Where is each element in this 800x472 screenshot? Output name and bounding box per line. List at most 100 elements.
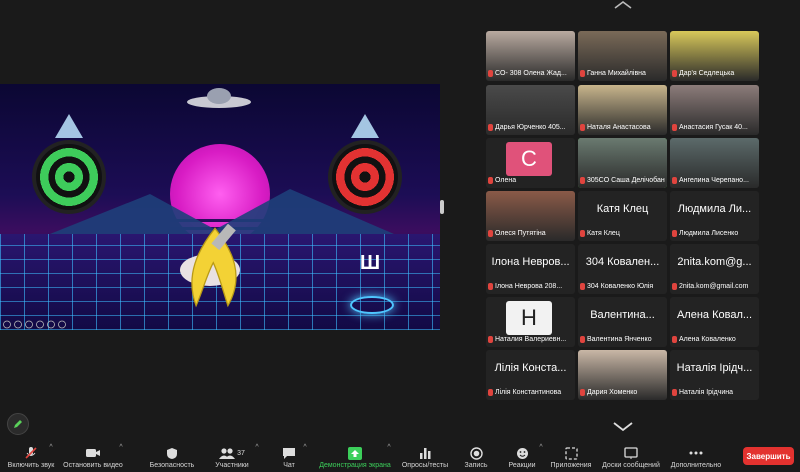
participants-icon: [219, 448, 236, 459]
participant-name-large: Алена Ковал...: [676, 309, 753, 321]
participant-tile[interactable]: Наталія Ірідч... Наталія Ірідчина: [670, 350, 759, 400]
participant-tile[interactable]: 304 Ковален... 304 Коваленко Юлія: [578, 244, 667, 294]
red-target[interactable]: [332, 144, 398, 210]
participant-tile[interactable]: Анастасия Гусак 40...: [670, 85, 759, 135]
arrow-up-icon: [55, 114, 83, 138]
participant-name-large: Катя Клец: [596, 203, 649, 215]
participant-name: Наталя Анастасова: [587, 124, 651, 131]
stop-video-label: Остановить видео: [63, 462, 123, 469]
participant-tile[interactable]: Валентина... Валентина Янченко: [578, 297, 667, 347]
annotate-button[interactable]: [7, 413, 29, 435]
shared-screen[interactable]: Ш: [0, 84, 440, 330]
participant-tile[interactable]: Людмила Ли... Людмила Лисенко: [670, 191, 759, 241]
participant-tile[interactable]: Ангелина Черепано...: [670, 138, 759, 188]
participant-caption: 305CO Саша Делічобан: [580, 175, 665, 186]
mic-muted-icon: [580, 177, 585, 184]
arrow-up-icon: [351, 114, 379, 138]
participant-name: Наталія Ірідчина: [679, 389, 733, 396]
participant-name: Ганна Михайлівна: [587, 70, 646, 77]
chat-button[interactable]: Чат: [278, 440, 300, 472]
share-screen-button[interactable]: Демонстрация экрана: [318, 440, 392, 472]
participant-tile[interactable]: Дар'я Седлецька: [670, 31, 759, 81]
more-label: Дополнительно: [670, 462, 722, 469]
participant-caption: Анастасия Гусак 40...: [672, 122, 757, 133]
participant-name-large: Людмила Ли...: [677, 203, 752, 215]
chat-label: Чат: [283, 462, 295, 469]
participant-tile[interactable]: Олеся Путятіна: [486, 191, 575, 241]
participant-tile[interactable]: Ілона Невров... Ілона Неврова 208...: [486, 244, 575, 294]
apps-button[interactable]: Приложения: [550, 440, 592, 472]
mic-muted-icon: [672, 230, 677, 237]
mic-muted-icon: [672, 124, 677, 131]
participants-count: 37: [237, 449, 245, 457]
participant-name: Алена Коваленко: [679, 336, 736, 343]
participant-tile[interactable]: H Наталия Валериевн...: [486, 297, 575, 347]
reactions-button[interactable]: Реакции: [506, 440, 538, 472]
bar-chart-icon: [420, 448, 431, 459]
participant-tile[interactable]: C Олена: [486, 138, 575, 188]
caret-up-icon[interactable]: ^: [49, 444, 52, 451]
participant-caption: Ганна Михайлівна: [580, 68, 665, 79]
record-button[interactable]: Запись: [462, 440, 490, 472]
polls-button[interactable]: Опросы/тесты: [400, 440, 450, 472]
participant-caption: Людмила Лисенко: [672, 228, 757, 239]
letter-sh: Ш: [360, 252, 381, 274]
caret-up-icon[interactable]: ^: [387, 444, 390, 451]
participant-name: Олеся Путятіна: [495, 230, 546, 237]
participants-button[interactable]: 37 Участники: [212, 440, 252, 472]
participant-caption: 304 Коваленко Юлія: [580, 281, 665, 292]
banana-image: [191, 224, 237, 308]
participant-tile[interactable]: 2nita.kom@g... 2nita.kom@gmail.com: [670, 244, 759, 294]
smile-icon: [516, 447, 528, 459]
participant-name-large: 304 Ковален...: [585, 256, 660, 268]
chat-icon: [283, 447, 295, 459]
stop-video-button[interactable]: Остановить видео: [62, 440, 124, 472]
mic-muted-icon: [672, 283, 677, 290]
whiteboards-button[interactable]: Доски сообщений: [600, 440, 662, 472]
participant-tile[interactable]: CO- 308 Олена Жад...: [486, 31, 575, 81]
caret-up-icon[interactable]: ^: [119, 444, 122, 451]
security-button[interactable]: Безопасность: [148, 440, 196, 472]
participant-name: Ілона Неврова 208...: [495, 283, 563, 290]
participant-name-large: Ілона Невров...: [491, 256, 570, 268]
participant-tile[interactable]: Ганна Михайлівна: [578, 31, 667, 81]
green-target[interactable]: [36, 144, 102, 210]
ufo-icon: [187, 88, 251, 108]
meeting-toolbar: Включить звук ^ Остановить видео ^ Безоп…: [0, 440, 800, 472]
more-button[interactable]: Дополнительно: [668, 440, 724, 472]
participant-avatar: C: [506, 142, 552, 176]
chevron-up-icon[interactable]: [613, 0, 633, 10]
participant-tile[interactable]: Наталя Анастасова: [578, 85, 667, 135]
participant-caption: CO- 308 Олена Жад...: [488, 68, 573, 79]
participant-name: CO- 308 Олена Жад...: [495, 70, 567, 77]
mic-muted-icon: [672, 336, 677, 343]
participant-tile[interactable]: Дарья Юрченко 405...: [486, 85, 575, 135]
presentation-controls[interactable]: [2, 320, 72, 329]
participant-caption: Ілона Неврова 208...: [488, 281, 573, 292]
participant-tile[interactable]: Алена Ковал... Алена Коваленко: [670, 297, 759, 347]
mic-muted-icon: [580, 230, 585, 237]
participant-caption: Наталия Валериевн...: [488, 334, 573, 345]
record-label: Запись: [464, 462, 488, 469]
mic-muted-icon: [488, 230, 493, 237]
participant-tile[interactable]: Дария Хоменко: [578, 350, 667, 400]
splitter-handle[interactable]: [440, 200, 444, 214]
caret-up-icon[interactable]: ^: [303, 444, 306, 451]
mic-muted-icon: [672, 70, 677, 77]
participants-label: Участники: [215, 462, 249, 469]
participant-tile[interactable]: 305CO Саша Делічобан: [578, 138, 667, 188]
participant-avatar: H: [506, 301, 552, 335]
participant-name: Людмила Лисенко: [679, 230, 739, 237]
mic-muted-icon: [580, 336, 585, 343]
end-meeting-button[interactable]: Завершить: [743, 447, 794, 465]
caret-up-icon[interactable]: ^: [255, 444, 258, 451]
caret-up-icon[interactable]: ^: [539, 444, 542, 451]
shield-icon: [167, 447, 177, 459]
chevron-down-icon[interactable]: [612, 420, 634, 432]
participant-name: Дария Хоменко: [587, 389, 638, 396]
mic-muted-icon: [672, 389, 677, 396]
share-screen-icon: [348, 446, 362, 460]
participant-name: Катя Клец: [587, 230, 620, 237]
participant-tile[interactable]: Лілія Конста... Лілія Константинова: [486, 350, 575, 400]
participant-tile[interactable]: Катя Клец Катя Клец: [578, 191, 667, 241]
